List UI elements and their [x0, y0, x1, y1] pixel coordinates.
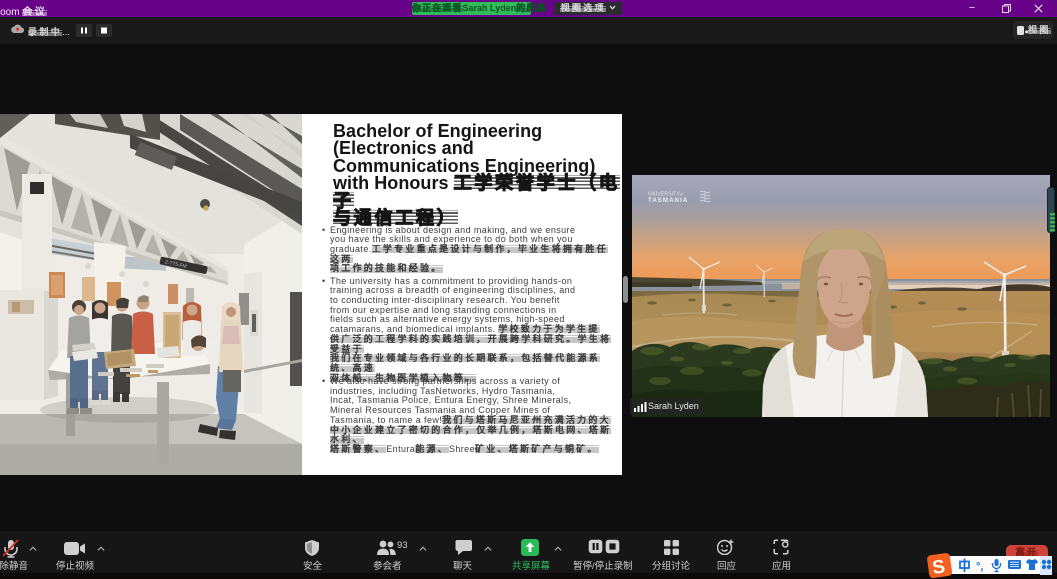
svg-text:°,: °, [976, 561, 983, 573]
svg-text:TASMANIA: TASMANIA [648, 197, 688, 204]
